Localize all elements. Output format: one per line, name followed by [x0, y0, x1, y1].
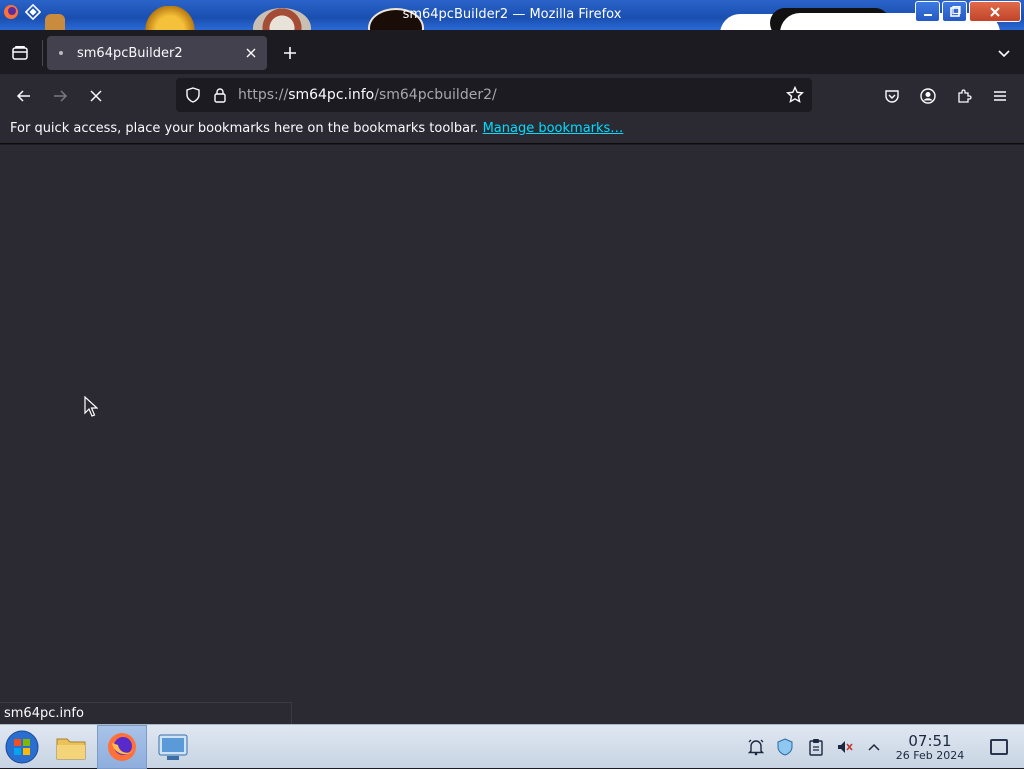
account-button[interactable]	[914, 82, 942, 110]
url-bar[interactable]: https://sm64pc.info/sm64pcbuilder2/	[176, 78, 812, 112]
taskbar-firefox[interactable]	[97, 725, 147, 769]
puzzle-piece-icon	[958, 89, 972, 103]
tab-active[interactable]: sm64pcBuilder2	[47, 36, 267, 70]
bookmark-star-icon[interactable]	[786, 86, 804, 104]
url-text[interactable]: https://sm64pc.info/sm64pcbuilder2/	[238, 87, 497, 103]
pocket-icon	[885, 90, 899, 103]
show-hidden-icons-chevron-up-icon[interactable]	[864, 737, 884, 757]
window-titlebar[interactable]: sm64pcBuilder2 — Mozilla Firefox	[0, 0, 1024, 30]
notifications-tray-icon[interactable]	[746, 737, 766, 757]
maximize-button[interactable]	[942, 1, 967, 22]
tracking-protection-icon[interactable]	[184, 86, 202, 104]
tab-strip: sm64pcBuilder2	[0, 30, 1024, 74]
plus-icon	[284, 47, 296, 59]
update-tray-icon[interactable]	[775, 737, 795, 757]
clock-time: 07:51	[908, 732, 952, 750]
list-all-tabs-button[interactable]	[992, 41, 1016, 65]
firefox-view-button[interactable]	[8, 41, 32, 65]
taskbar: 07:51 26 Feb 2024	[0, 724, 1024, 769]
forward-button[interactable]	[46, 82, 74, 110]
tab-close-button[interactable]	[239, 41, 263, 65]
volume-muted-icon[interactable]	[835, 737, 855, 757]
stop-icon	[90, 90, 102, 102]
minimize-button[interactable]	[915, 1, 940, 22]
firefox-icon	[108, 733, 136, 761]
url-path: /sm64pcbuilder2/	[374, 87, 497, 103]
account-icon	[920, 88, 936, 104]
close-icon	[246, 48, 256, 58]
new-tab-button[interactable]	[278, 41, 302, 65]
back-arrow-icon	[16, 90, 30, 102]
start-orb-icon	[5, 730, 39, 764]
page-content[interactable]	[0, 145, 1024, 724]
pocket-button[interactable]	[878, 82, 906, 110]
bookmarks-empty-message: For quick access, place your bookmarks h…	[10, 121, 479, 136]
taskbar-file-manager[interactable]	[50, 725, 92, 769]
extensions-button[interactable]	[950, 82, 978, 110]
window-title: sm64pcBuilder2 — Mozilla Firefox	[402, 7, 622, 22]
mouse-cursor-icon	[84, 395, 99, 422]
clipboard-tray-icon[interactable]	[806, 737, 826, 757]
manage-bookmarks-link[interactable]: Manage bookmarks…	[483, 121, 624, 136]
status-bar: sm64pc.info	[0, 702, 292, 724]
back-button[interactable]	[10, 82, 38, 110]
show-desktop-button[interactable]	[990, 739, 1008, 755]
bookmarks-toolbar: For quick access, place your bookmarks h…	[0, 116, 1024, 144]
close-window-button[interactable]	[969, 1, 1021, 22]
firefox-view-icon	[12, 46, 28, 60]
url-host: sm64pc.info	[288, 87, 375, 103]
hamburger-menu-icon	[994, 91, 1006, 101]
tab-loading-icon	[59, 51, 63, 55]
tab-title: sm64pcBuilder2	[77, 45, 183, 61]
navigation-toolbar: https://sm64pc.info/sm64pcbuilder2/	[0, 74, 1024, 116]
computer-settings-icon	[158, 734, 188, 760]
start-button[interactable]	[0, 725, 44, 769]
chevron-down-icon	[998, 50, 1010, 58]
taskbar-system-settings[interactable]	[152, 725, 194, 769]
stop-loading-button[interactable]	[82, 82, 110, 110]
app-menu-button[interactable]	[986, 82, 1014, 110]
folder-icon	[56, 738, 86, 760]
forward-arrow-icon	[54, 90, 68, 102]
tab-strip-divider	[42, 40, 43, 66]
taskbar-clock[interactable]: 07:51 26 Feb 2024	[890, 733, 970, 763]
lock-icon[interactable]	[211, 86, 229, 104]
url-scheme: https://	[238, 87, 289, 103]
clock-date: 26 Feb 2024	[895, 749, 965, 762]
